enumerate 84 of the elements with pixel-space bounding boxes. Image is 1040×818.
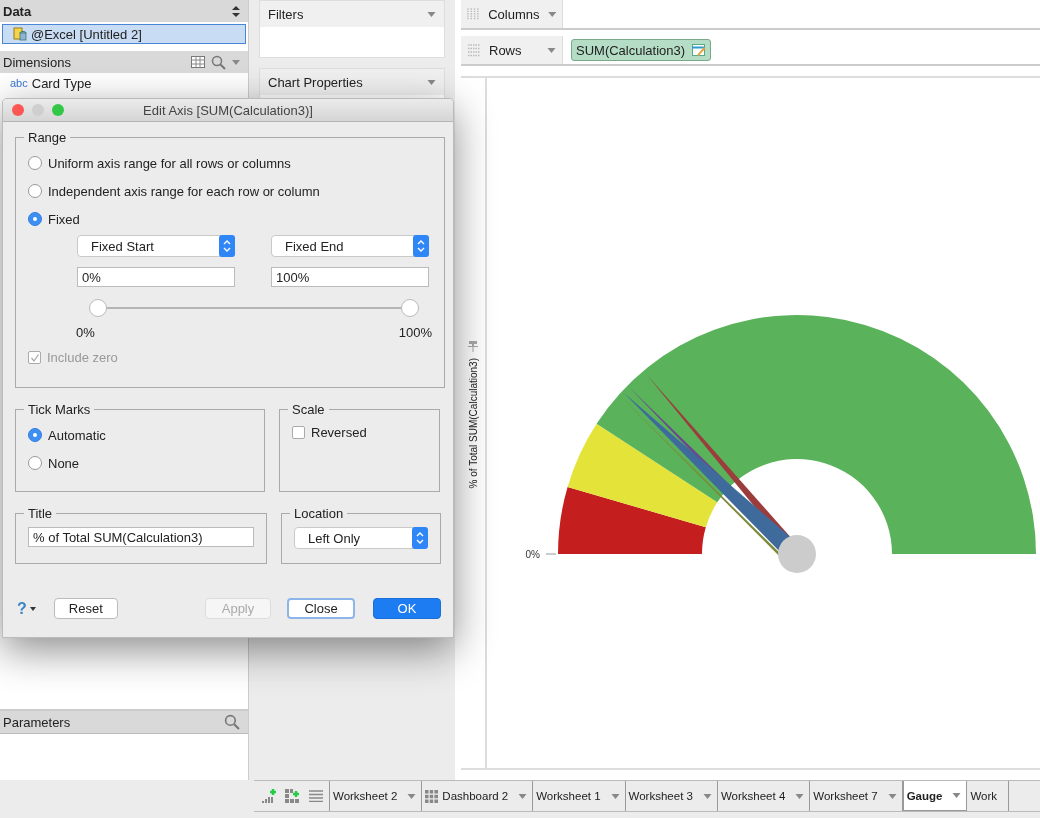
grid-icon <box>425 789 439 803</box>
group-legend: Location <box>290 506 348 521</box>
caret-icon <box>795 793 805 799</box>
zoom-window-button[interactable] <box>52 104 64 116</box>
dialog-button[interactable]: Reset <box>53 598 118 619</box>
group-legend: Tick Marks <box>24 402 95 417</box>
stepper-icon <box>219 235 235 257</box>
card-title: Chart Properties <box>268 74 363 90</box>
sheet-tab[interactable]: Work <box>967 781 1010 811</box>
slider-thumb[interactable] <box>89 299 107 317</box>
dimension-item[interactable]: abc Card Type <box>0 73 248 93</box>
caret-icon <box>702 793 712 799</box>
checkbox-label: Include zero <box>47 350 118 365</box>
radio-button[interactable] <box>28 456 42 470</box>
group-legend: Title <box>24 506 57 521</box>
axis-tick <box>545 553 557 555</box>
slider-thumb[interactable] <box>401 299 419 317</box>
pin-icon[interactable] <box>467 340 479 352</box>
caret-icon <box>887 793 897 799</box>
input-field[interactable]: 100% <box>271 267 429 287</box>
radio-button[interactable] <box>28 156 42 170</box>
checkbox[interactable] <box>292 426 305 439</box>
checkbox-label: Reversed <box>311 425 367 440</box>
shelf-label: Rows <box>489 42 522 58</box>
group-legend: Scale <box>288 402 329 417</box>
sheet-tab[interactable]: Worksheet 2 <box>330 781 423 811</box>
input-field[interactable]: % of Total SUM(Calculation3) <box>28 527 254 547</box>
pane-title: Parameters <box>3 714 71 730</box>
database-icon <box>13 27 27 41</box>
stepper-icon <box>413 235 429 257</box>
card-title: Filters <box>268 6 304 22</box>
dropdown[interactable]: Left Only <box>294 527 428 549</box>
caret-icon[interactable] <box>547 11 556 17</box>
new-dashboard-icon[interactable] <box>285 789 300 803</box>
dialog-button[interactable]: OK <box>373 598 441 619</box>
caret-icon[interactable] <box>232 59 240 65</box>
sheet-tab[interactable]: Dashboard 2 <box>422 781 534 811</box>
rows-icon <box>467 43 481 57</box>
new-worksheet-icon[interactable] <box>262 789 276 803</box>
caret-icon[interactable] <box>547 47 556 53</box>
sheet-tab[interactable]: Worksheet 3 <box>625 781 718 811</box>
sheet-tab[interactable]: Worksheet 4 <box>717 781 811 811</box>
axis-tick-label: 0% <box>525 549 540 560</box>
sheet-tab[interactable]: Gauge <box>902 781 968 811</box>
sheet-tab[interactable]: Worksheet 1 <box>533 781 626 811</box>
radio-label: Independent axis range for each row or column <box>48 183 320 199</box>
radio-label: None <box>48 455 80 471</box>
radio-label: Automatic <box>48 427 106 443</box>
slider-label: 100% <box>398 325 432 340</box>
shelf-label: Columns <box>488 6 540 22</box>
caret-icon[interactable] <box>427 11 436 17</box>
search-icon[interactable] <box>211 54 226 70</box>
pane-title: Dimensions <box>3 54 71 70</box>
dialog-title: Edit Axis [SUM(Calculation3)] <box>142 102 314 118</box>
calculator-icon <box>692 44 707 56</box>
close-window-button[interactable] <box>12 104 24 116</box>
radio-button[interactable] <box>28 212 42 226</box>
list-icon[interactable] <box>309 790 323 802</box>
caret-icon[interactable] <box>427 79 436 85</box>
radio-label: Fixed <box>48 211 80 227</box>
group-legend: Range <box>24 130 71 145</box>
search-icon[interactable] <box>224 714 240 730</box>
sheet-tab[interactable]: Worksheet 7 <box>810 781 903 811</box>
axis-title: % of Total SUM(Calculation3) <box>467 358 479 489</box>
dropdown[interactable]: Fixed Start <box>77 235 235 257</box>
caret-icon <box>518 793 528 799</box>
caret-icon <box>610 793 620 799</box>
data-source-item[interactable]: @Excel [Untitled 2] <box>2 24 246 44</box>
radio-button[interactable] <box>28 428 42 442</box>
caret-icon <box>952 793 962 798</box>
dialog-button[interactable]: Close <box>287 598 355 619</box>
caret-icon <box>407 793 417 799</box>
stepper-icon <box>412 527 428 549</box>
input-field[interactable]: 0% <box>77 267 235 287</box>
radio-label: Uniform axis range for all rows or columns <box>48 155 291 171</box>
caret-icon <box>29 606 36 611</box>
sort-arrows-icon[interactable] <box>232 5 240 17</box>
pane-title: Data <box>3 3 32 19</box>
measure-pill[interactable]: SUM(Calculation3) <box>571 39 712 61</box>
dropdown[interactable]: Fixed End <box>271 235 429 257</box>
radio-button[interactable] <box>28 184 42 198</box>
columns-icon <box>467 7 481 21</box>
table-icon[interactable] <box>191 56 205 68</box>
slider-label: 0% <box>76 325 95 340</box>
